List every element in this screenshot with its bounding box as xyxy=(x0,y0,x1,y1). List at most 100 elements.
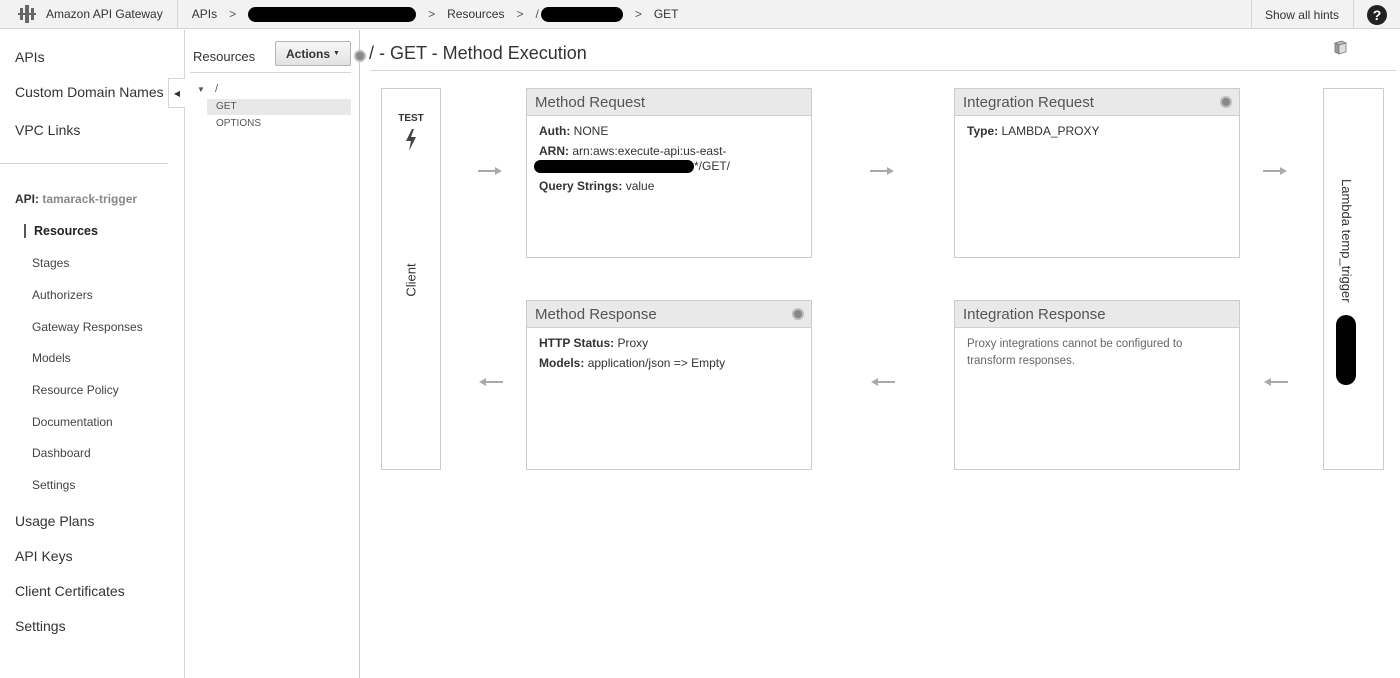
method-request-title[interactable]: Method Request xyxy=(527,89,811,116)
nav-models[interactable]: Models xyxy=(32,351,71,365)
lambda-function-panel[interactable]: Lambda temp_trigger xyxy=(1323,88,1384,470)
lambda-function-label[interactable]: Lambda temp_trigger xyxy=(1339,179,1354,303)
left-navigation: APIs Custom Domain Names VPC Links API: … xyxy=(0,30,185,678)
nav-api-settings[interactable]: Settings xyxy=(32,478,75,492)
breadcrumb: APIs > > Resources > / > GET xyxy=(178,0,691,29)
help-icon: ? xyxy=(1367,4,1387,25)
http-status-label: HTTP Status: xyxy=(539,336,615,350)
nav-authorizers[interactable]: Authorizers xyxy=(32,288,93,302)
client-test-panel[interactable]: TEST Client xyxy=(381,88,441,470)
resources-panel: Resources Actions ▼ ▼ / GET OPTIONS xyxy=(185,30,360,678)
resources-title: Resources xyxy=(193,49,256,64)
http-status-value: Proxy xyxy=(617,336,649,350)
nav-vpc-links[interactable]: VPC Links xyxy=(15,122,80,138)
top-bar: Amazon API Gateway APIs > > Resources > … xyxy=(0,0,1400,29)
integration-response-box[interactable]: Integration Response Proxy integrations … xyxy=(954,300,1240,470)
resource-tree-root[interactable]: ▼ / xyxy=(197,83,218,95)
resources-divider xyxy=(190,72,351,73)
nav-api-keys[interactable]: API Keys xyxy=(15,548,73,564)
arrow-left-icon xyxy=(479,378,503,386)
arn-row: ARN: arn:aws:execute-api:us-east- */GET/ xyxy=(534,144,799,174)
integration-request-title[interactable]: Integration Request xyxy=(955,89,1239,116)
arn-label: ARN: xyxy=(539,144,569,158)
query-strings-label: Query Strings: xyxy=(539,179,623,193)
api-gateway-logo-icon xyxy=(18,5,36,23)
nav-documentation[interactable]: Documentation xyxy=(32,415,113,429)
breadcrumb-separator: > xyxy=(634,7,642,21)
api-label: API: tamarack-trigger xyxy=(15,192,137,206)
arrow-left-icon xyxy=(871,378,895,386)
breadcrumb-resources[interactable]: Resources xyxy=(447,7,504,21)
nav-custom-domain-names[interactable]: Custom Domain Names xyxy=(15,84,164,100)
resource-method-options[interactable]: OPTIONS xyxy=(207,116,351,132)
query-strings-row: Query Strings: value xyxy=(539,179,799,194)
redacted-resource-path xyxy=(540,6,623,22)
method-request-title-text: Method Request xyxy=(535,94,646,111)
actions-label: Actions xyxy=(286,46,331,61)
models-value: application/json => Empty xyxy=(587,356,726,370)
method-response-title[interactable]: Method Response xyxy=(527,301,811,328)
collapse-nav-button[interactable]: ◀ xyxy=(168,78,185,108)
query-strings-value: value xyxy=(625,179,655,193)
caret-down-icon: ▼ xyxy=(333,50,340,57)
info-dot-icon[interactable] xyxy=(1220,96,1232,108)
nav-stages[interactable]: Stages xyxy=(32,256,69,270)
resource-root-path: / xyxy=(214,83,219,95)
breadcrumb-apis[interactable]: APIs xyxy=(192,7,217,21)
show-all-hints-button[interactable]: Show all hints xyxy=(1250,0,1354,29)
arrow-right-icon xyxy=(1263,167,1287,175)
arrow-right-icon xyxy=(870,167,894,175)
nav-apis[interactable]: APIs xyxy=(15,49,45,65)
models-label: Models: xyxy=(539,356,585,370)
documentation-book-icon[interactable] xyxy=(1332,40,1348,56)
info-dot-icon[interactable] xyxy=(792,308,804,320)
api-name[interactable]: tamarack-trigger xyxy=(42,192,137,206)
nav-usage-plans[interactable]: Usage Plans xyxy=(15,513,94,529)
help-button[interactable]: ? xyxy=(1354,0,1400,29)
method-response-box[interactable]: Method Response HTTP Status: Proxy Model… xyxy=(526,300,812,470)
integration-response-note: Proxy integrations cannot be configured … xyxy=(967,338,1183,367)
redacted-arn xyxy=(534,160,694,174)
client-label: Client xyxy=(403,263,419,297)
integration-response-title-text: Integration Response xyxy=(963,306,1106,323)
breadcrumb-separator: > xyxy=(428,7,436,21)
title-divider xyxy=(370,70,1396,71)
lightning-bolt-icon[interactable] xyxy=(404,129,418,151)
breadcrumb-method[interactable]: GET xyxy=(654,7,679,21)
nav-resource-policy[interactable]: Resource Policy xyxy=(32,383,119,397)
breadcrumb-path-prefix: / xyxy=(535,7,539,21)
redacted-api-name xyxy=(248,6,417,22)
api-prefix: API: xyxy=(15,192,39,206)
chevron-left-icon: ◀ xyxy=(173,88,181,98)
breadcrumb-separator: > xyxy=(229,7,237,21)
auth-value: NONE xyxy=(573,124,609,138)
tree-expand-icon[interactable]: ▼ xyxy=(197,85,205,94)
integration-type-value: LAMBDA_PROXY xyxy=(1001,124,1100,138)
integration-request-title-text: Integration Request xyxy=(963,94,1094,111)
auth-row: Auth: NONE xyxy=(539,124,799,139)
integration-response-title[interactable]: Integration Response xyxy=(955,301,1239,328)
method-request-box[interactable]: Method Request Auth: NONE ARN: arn:aws:e… xyxy=(526,88,812,258)
nav-divider xyxy=(0,163,168,164)
brand-link[interactable]: Amazon API Gateway xyxy=(0,0,178,29)
nav-dashboard[interactable]: Dashboard xyxy=(32,446,91,460)
nav-gateway-responses[interactable]: Gateway Responses xyxy=(32,320,143,334)
nav-resources[interactable]: Resources xyxy=(34,224,98,238)
nav-client-certificates[interactable]: Client Certificates xyxy=(15,583,125,599)
integration-request-box[interactable]: Integration Request Type: LAMBDA_PROXY xyxy=(954,88,1240,258)
page-title: / - GET - Method Execution xyxy=(369,43,587,63)
breadcrumb-separator: > xyxy=(516,7,524,21)
active-indicator xyxy=(24,224,26,238)
actions-dropdown-button[interactable]: Actions ▼ xyxy=(275,41,351,66)
brand-name: Amazon API Gateway xyxy=(46,7,163,21)
nav-settings[interactable]: Settings xyxy=(15,618,66,634)
test-label[interactable]: TEST xyxy=(382,113,440,124)
panel-resize-handle[interactable] xyxy=(354,50,366,62)
arn-value-line2: */GET/ xyxy=(694,159,731,173)
integration-type-label: Type: xyxy=(967,124,999,138)
redacted-lambda-name xyxy=(1336,315,1356,385)
resource-method-get[interactable]: GET xyxy=(207,99,351,115)
integration-type-row: Type: LAMBDA_PROXY xyxy=(967,124,1227,139)
http-status-row: HTTP Status: Proxy xyxy=(539,336,799,351)
models-row: Models: application/json => Empty xyxy=(539,356,799,371)
